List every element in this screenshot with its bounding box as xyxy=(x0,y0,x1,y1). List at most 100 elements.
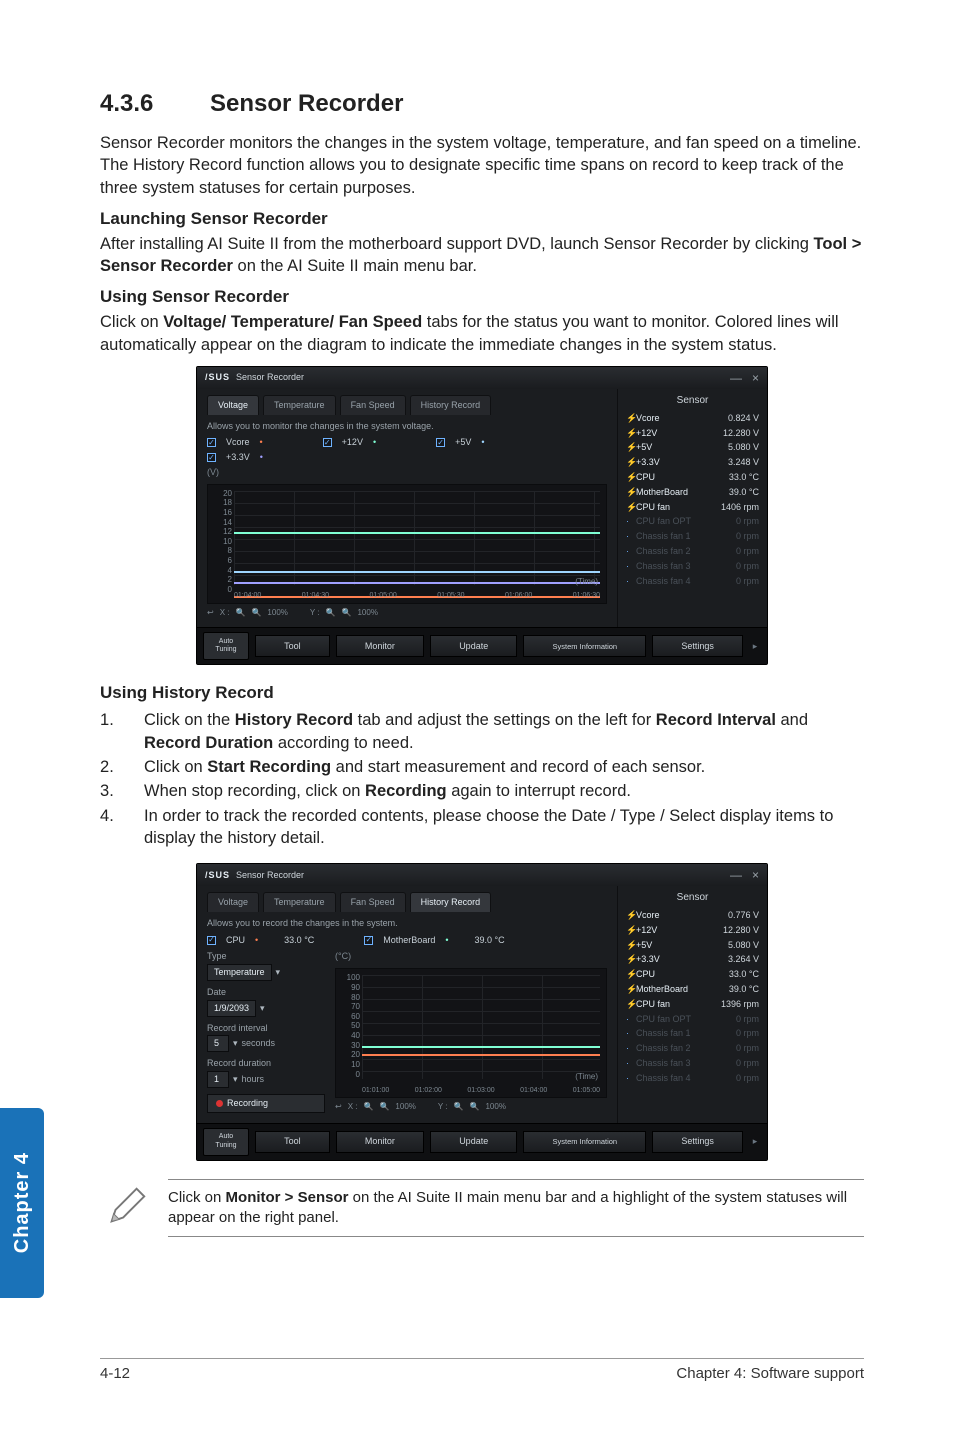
undo-icon[interactable]: ↩ xyxy=(335,1102,342,1112)
launch-text-post: on the AI Suite II main menu bar. xyxy=(233,257,477,275)
close-icon[interactable]: × xyxy=(752,371,759,385)
close-icon[interactable]: × xyxy=(752,868,759,882)
sensor-row: ⚡CPU fan1406 rpm xyxy=(626,500,759,515)
zoom-in-icon[interactable]: 🔍 xyxy=(363,1102,373,1112)
update-button[interactable]: Update xyxy=(430,635,517,657)
date-select[interactable]: 1/9/2093 xyxy=(207,1000,256,1017)
zoom-out-icon[interactable]: 🔍 xyxy=(470,1102,480,1112)
time-axis-label: (Time) xyxy=(575,1072,598,1082)
sensor-name: CPU xyxy=(636,472,729,483)
recording-button[interactable]: Recording xyxy=(207,1094,325,1113)
checkbox-33v[interactable] xyxy=(207,453,216,462)
zoom-in-icon[interactable]: 🔍 xyxy=(454,1102,464,1112)
sensor-value: 5.080 V xyxy=(728,442,759,453)
zoom-out-icon[interactable]: 🔍 xyxy=(342,608,352,618)
checkbox-cpu[interactable] xyxy=(207,936,216,945)
y-tick: 70 xyxy=(340,1002,360,1012)
checkbox-12v[interactable] xyxy=(323,438,332,447)
auto-tuning-button[interactable]: AutoTuning xyxy=(203,1128,249,1156)
using-heading: Using Sensor Recorder xyxy=(100,287,864,307)
voltage-chart: 20 18 16 14 12 10 8 6 4 2 0 xyxy=(207,484,607,604)
y-tick: 6 xyxy=(212,556,232,566)
sensor-name: Chassis fan 1 xyxy=(636,1028,736,1039)
sensor-icon: · xyxy=(626,546,636,557)
tab-temperature[interactable]: Temperature xyxy=(263,395,336,415)
sensor-value: 0 rpm xyxy=(736,1043,759,1054)
auto-tuning-button[interactable]: AutoTuning xyxy=(203,632,249,660)
checkbox-motherboard[interactable] xyxy=(364,936,373,945)
sensor-name: CPU xyxy=(636,969,729,980)
note: Click on Monitor > Sensor on the AI Suit… xyxy=(100,1179,864,1238)
sensor-name: Chassis fan 4 xyxy=(636,1073,736,1084)
sensor-row: ⚡Vcore0.824 V xyxy=(626,411,759,426)
sensor-value: 39.0 °C xyxy=(729,984,759,995)
tab-temperature[interactable]: Temperature xyxy=(263,892,336,912)
tab-history-record[interactable]: History Record xyxy=(410,395,492,415)
zoom-bar: ↩ X :🔍🔍100% Y :🔍🔍100% xyxy=(335,1102,607,1112)
chevron-down-icon[interactable]: ▾ xyxy=(260,1003,265,1014)
sensor-row: ⚡CPU33.0 °C xyxy=(626,967,759,982)
tool-button[interactable]: Tool xyxy=(255,1131,330,1153)
zoom-y-label: Y : xyxy=(310,608,320,618)
sensor-name: Chassis fan 2 xyxy=(636,546,736,557)
x-tick: 01:05:30 xyxy=(437,592,464,600)
sensor-name: Chassis fan 3 xyxy=(636,561,736,572)
sensor-value: 1396 rpm xyxy=(721,999,759,1010)
sensor-icon: · xyxy=(626,516,636,527)
x-tick: 01:06:30 xyxy=(573,592,600,600)
system-info-button[interactable]: System Information xyxy=(523,635,646,657)
sensor-icon: ⚡ xyxy=(626,925,636,936)
zoom-out-icon[interactable]: 🔍 xyxy=(379,1102,389,1112)
chevron-down-icon[interactable]: ▾ xyxy=(233,1038,238,1049)
system-info-button[interactable]: System Information xyxy=(523,1131,646,1153)
tab-fan-speed[interactable]: Fan Speed xyxy=(340,892,406,912)
interval-label: Record interval xyxy=(207,1023,325,1034)
record-icon xyxy=(216,1100,223,1107)
sensor-name: +12V xyxy=(636,925,723,936)
settings-button[interactable]: Settings xyxy=(652,635,743,657)
interval-input[interactable]: 5 xyxy=(207,1035,229,1052)
titlebar: /SUS Sensor Recorder — × xyxy=(197,864,767,886)
sensor-name: CPU fan OPT xyxy=(636,516,736,527)
sensor-name: +3.3V xyxy=(636,457,728,468)
monitor-button[interactable]: Monitor xyxy=(336,1131,424,1153)
checkbox-5v[interactable] xyxy=(436,438,445,447)
section-heading: 4.3.6Sensor Recorder xyxy=(100,90,864,118)
monitor-button[interactable]: Monitor xyxy=(336,635,424,657)
series-line-12v xyxy=(234,532,600,534)
zoom-in-icon[interactable]: 🔍 xyxy=(326,608,336,618)
zoom-out-icon[interactable]: 🔍 xyxy=(251,608,261,618)
settings-button[interactable]: Settings xyxy=(652,1131,743,1153)
tool-button[interactable]: Tool xyxy=(255,635,330,657)
chevron-down-icon[interactable]: ▾ xyxy=(276,967,281,978)
sensor-name: Vcore xyxy=(636,413,728,424)
tab-fan-speed[interactable]: Fan Speed xyxy=(340,395,406,415)
tab-voltage[interactable]: Voltage xyxy=(207,892,259,912)
sensor-icon: ⚡ xyxy=(626,457,636,468)
tab-voltage[interactable]: Voltage xyxy=(207,395,259,415)
sensor-name: +3.3V xyxy=(636,954,728,965)
minimize-icon[interactable]: — xyxy=(730,371,742,385)
sensor-icon: ⚡ xyxy=(626,999,636,1010)
checkbox-vcore[interactable] xyxy=(207,438,216,447)
tab-history-record[interactable]: History Record xyxy=(410,892,492,912)
using-paragraph: Click on Voltage/ Temperature/ Fan Speed… xyxy=(100,311,864,356)
sensor-name: Chassis fan 3 xyxy=(636,1058,736,1069)
chevron-right-icon[interactable]: ▸ xyxy=(749,641,761,652)
undo-icon[interactable]: ↩ xyxy=(207,608,214,618)
zoom-in-icon[interactable]: 🔍 xyxy=(235,608,245,618)
sensor-icon: ⚡ xyxy=(626,940,636,951)
type-select[interactable]: Temperature xyxy=(207,964,272,981)
duration-input[interactable]: 1 xyxy=(207,1071,229,1088)
update-button[interactable]: Update xyxy=(430,1131,517,1153)
zoom-bar: ↩ X :🔍🔍100% Y :🔍🔍100% xyxy=(207,608,607,618)
minimize-icon[interactable]: — xyxy=(730,868,742,882)
chapter-label: Chapter 4 xyxy=(11,1152,34,1253)
chevron-right-icon[interactable]: ▸ xyxy=(749,1136,761,1147)
chevron-down-icon[interactable]: ▾ xyxy=(233,1074,238,1085)
sensor-panel-header: Sensor xyxy=(626,395,759,407)
note-pencil-icon xyxy=(100,1179,154,1233)
duration-unit: hours xyxy=(242,1074,265,1085)
sensor-name: Chassis fan 1 xyxy=(636,531,736,542)
sensor-value: 0 rpm xyxy=(736,531,759,542)
